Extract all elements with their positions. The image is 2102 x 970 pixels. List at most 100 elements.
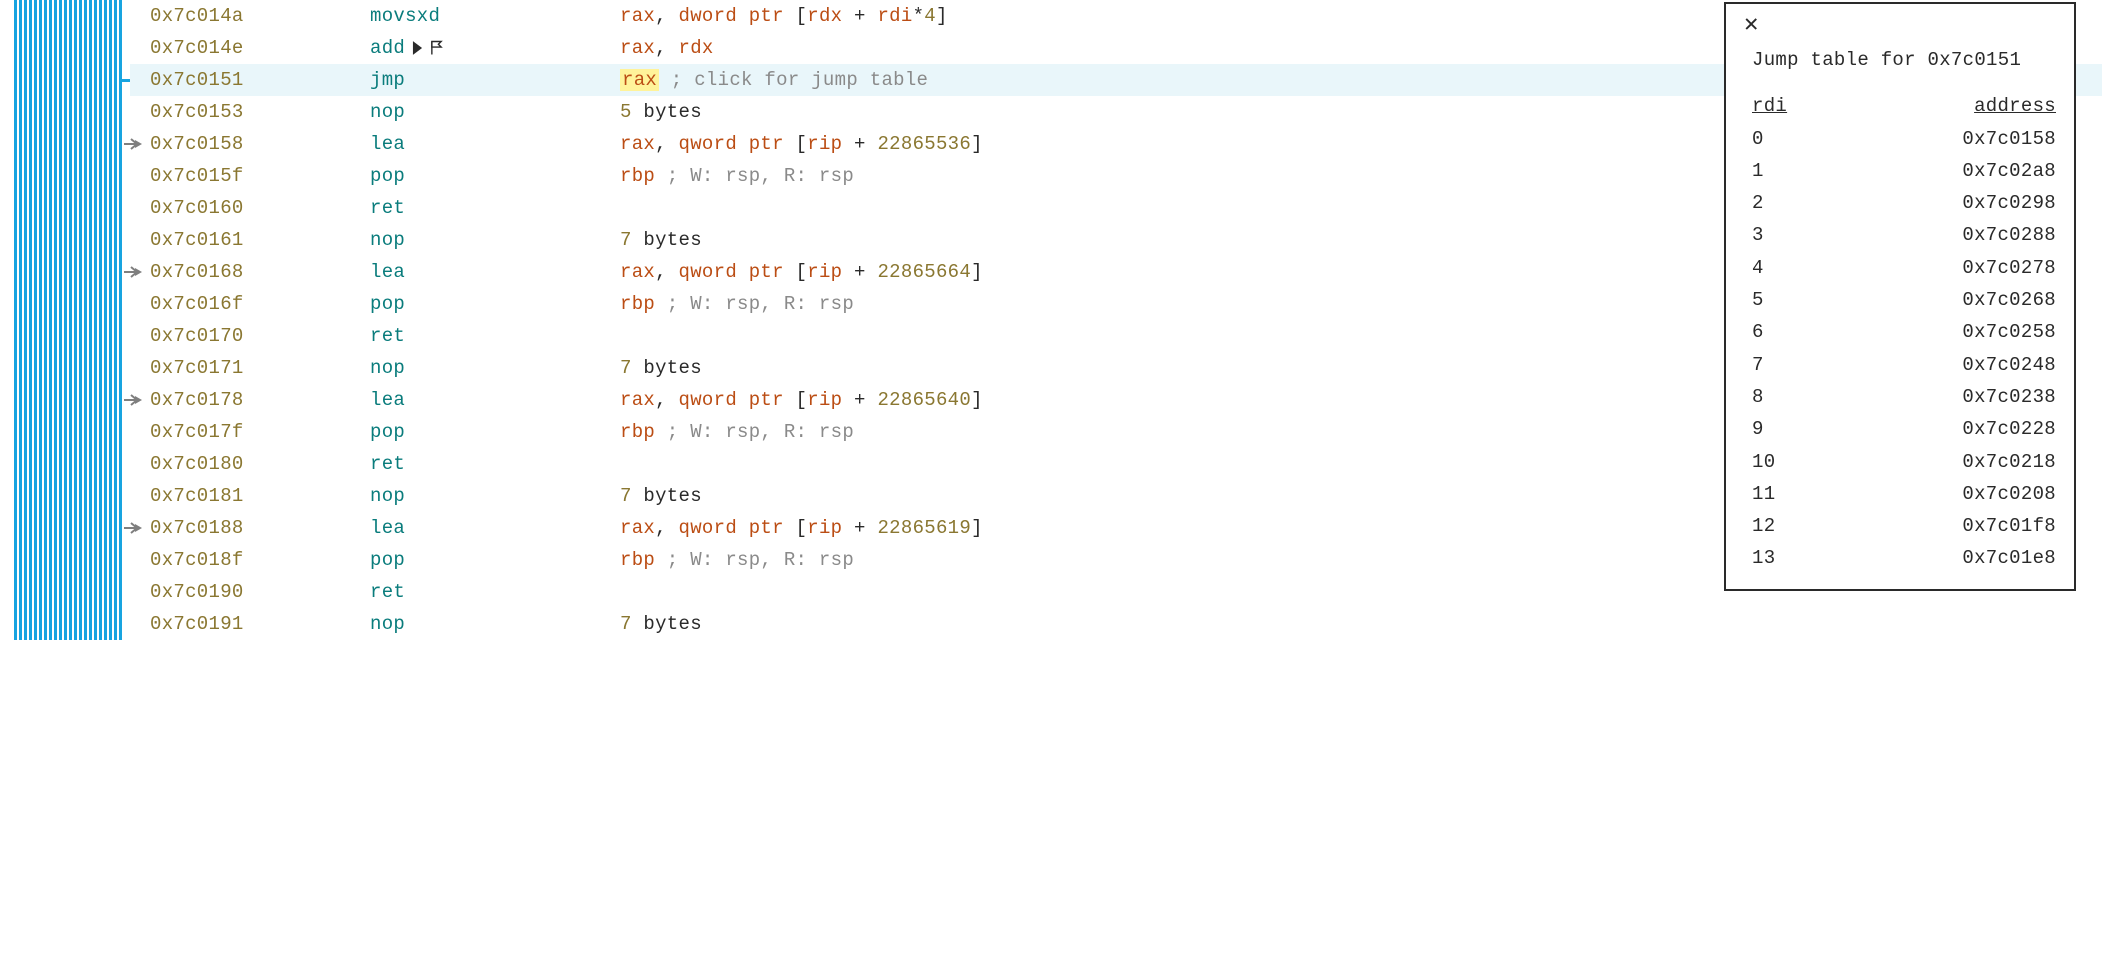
- operand-token: ]: [936, 5, 948, 27]
- operand-token: rax: [620, 5, 655, 27]
- operand-token: 7: [620, 229, 632, 251]
- address[interactable]: 0x7c0171: [130, 357, 370, 379]
- flow-line: [79, 0, 82, 640]
- jump-table-row[interactable]: 80x7c0238: [1752, 381, 2056, 413]
- mnemonic: lea: [370, 517, 620, 539]
- flow-line: [34, 0, 37, 640]
- operand-token: ,: [655, 133, 678, 155]
- address[interactable]: 0x7c0178: [130, 389, 370, 411]
- jump-index: 2: [1752, 187, 1764, 219]
- address[interactable]: 0x7c015f: [130, 165, 370, 187]
- close-icon[interactable]: ✕: [1744, 14, 2056, 38]
- jump-index: 10: [1752, 446, 1775, 478]
- jump-table-row[interactable]: 90x7c0228: [1752, 413, 2056, 445]
- address[interactable]: 0x7c0180: [130, 453, 370, 475]
- operand-token: rax: [620, 133, 655, 155]
- address[interactable]: 0x7c014a: [130, 5, 370, 27]
- address[interactable]: 0x7c0190: [130, 581, 370, 603]
- operand-token: qword ptr: [679, 389, 784, 411]
- address[interactable]: 0x7c0161: [130, 229, 370, 251]
- jump-table-row[interactable]: 2 0x7c0298: [1752, 187, 2056, 219]
- mnemonic: ret: [370, 325, 620, 347]
- address[interactable]: 0x7c014e: [130, 37, 370, 59]
- flow-line: [14, 0, 17, 640]
- jump-index: 0: [1752, 123, 1764, 155]
- flow-line: [119, 0, 122, 640]
- jump-table-panel: ✕ Jump table for 0x7c0151 rdi address 00…: [1724, 2, 2076, 591]
- address[interactable]: 0x7c0181: [130, 485, 370, 507]
- operand-token: rip: [807, 133, 842, 155]
- jump-table-row[interactable]: 100x7c0218: [1752, 446, 2056, 478]
- flow-line: [64, 0, 67, 640]
- operand-token: *: [913, 5, 925, 27]
- jump-address: 0x7c0158: [1962, 123, 2056, 155]
- flow-line: [114, 0, 117, 640]
- jump-index: 12: [1752, 510, 1775, 542]
- address[interactable]: 0x7c0191: [130, 613, 370, 635]
- jump-table-row[interactable]: 0 0x7c0158: [1752, 123, 2056, 155]
- jump-index: 8: [1752, 381, 1764, 413]
- address[interactable]: 0x7c016f: [130, 293, 370, 315]
- operand-token: ,: [655, 261, 678, 283]
- jump-table-row[interactable]: 60x7c0258: [1752, 316, 2056, 348]
- mnemonic: jmp: [370, 69, 620, 91]
- jump-head-address: address: [1974, 90, 2056, 122]
- address[interactable]: 0x7c018f: [130, 549, 370, 571]
- operand-token: ]: [971, 517, 983, 539]
- mnemonic: ret: [370, 453, 620, 475]
- operand-token: dword ptr: [679, 5, 784, 27]
- jump-table-header: rdi address: [1752, 90, 2056, 122]
- address[interactable]: 0x7c0160: [130, 197, 370, 219]
- flag-icon[interactable]: [430, 40, 443, 56]
- operand-token: rdx: [679, 37, 714, 59]
- operand-token: bytes: [632, 613, 702, 635]
- jump-index: 5: [1752, 284, 1764, 316]
- run-to-here-icon[interactable]: [411, 40, 424, 56]
- operands[interactable]: 7 bytes: [620, 613, 2102, 635]
- jump-table-row[interactable]: 110x7c0208: [1752, 478, 2056, 510]
- jump-target-arrow-icon: [124, 265, 142, 279]
- mnemonic: lea: [370, 133, 620, 155]
- mnemonic: lea: [370, 389, 620, 411]
- mnemonic: nop: [370, 485, 620, 507]
- jump-table-row[interactable]: 50x7c0268: [1752, 284, 2056, 316]
- instruction-row[interactable]: 0x7c0191nop7 bytes: [130, 608, 2102, 640]
- jump-address: 0x7c0248: [1962, 349, 2056, 381]
- jump-address: 0x7c0298: [1962, 187, 2056, 219]
- flow-lines: [0, 0, 130, 640]
- address[interactable]: 0x7c0151: [130, 69, 370, 91]
- operand-token: qword ptr: [679, 517, 784, 539]
- address[interactable]: 0x7c017f: [130, 421, 370, 443]
- flow-line: [19, 0, 22, 640]
- jump-index: 13: [1752, 542, 1775, 574]
- flow-line: [94, 0, 97, 640]
- operand-token: bytes: [632, 357, 702, 379]
- jump-table-row[interactable]: 30x7c0288: [1752, 219, 2056, 251]
- operand-token: rip: [807, 517, 842, 539]
- jump-table: rdi address 0 0x7c015810x7c02a82 0x7c02983…: [1752, 90, 2056, 574]
- jump-table-row[interactable]: 40x7c0278: [1752, 252, 2056, 284]
- operand-token: qword ptr: [679, 261, 784, 283]
- jump-table-row[interactable]: 10x7c02a8: [1752, 155, 2056, 187]
- operand-token: rdx: [807, 5, 842, 27]
- address[interactable]: 0x7c0170: [130, 325, 370, 347]
- operand-token: [: [784, 517, 807, 539]
- jump-address: 0x7c0228: [1962, 413, 2056, 445]
- flow-line: [89, 0, 92, 640]
- operand-token: +: [842, 133, 877, 155]
- jump-address: 0x7c01e8: [1962, 542, 2056, 574]
- flow-line: [44, 0, 47, 640]
- operand-token: +: [842, 517, 877, 539]
- mnemonic: ret: [370, 197, 620, 219]
- jump-table-row[interactable]: 120x7c01f8: [1752, 510, 2056, 542]
- address[interactable]: 0x7c0168: [130, 261, 370, 283]
- flow-line: [84, 0, 87, 640]
- operand-token: ]: [971, 389, 983, 411]
- jump-table-row[interactable]: 13 0x7c01e8: [1752, 542, 2056, 574]
- jump-address: 0x7c0208: [1962, 478, 2056, 510]
- address[interactable]: 0x7c0153: [130, 101, 370, 123]
- operand-token: 7: [620, 357, 632, 379]
- jump-table-row[interactable]: 70x7c0248: [1752, 349, 2056, 381]
- address[interactable]: 0x7c0158: [130, 133, 370, 155]
- address[interactable]: 0x7c0188: [130, 517, 370, 539]
